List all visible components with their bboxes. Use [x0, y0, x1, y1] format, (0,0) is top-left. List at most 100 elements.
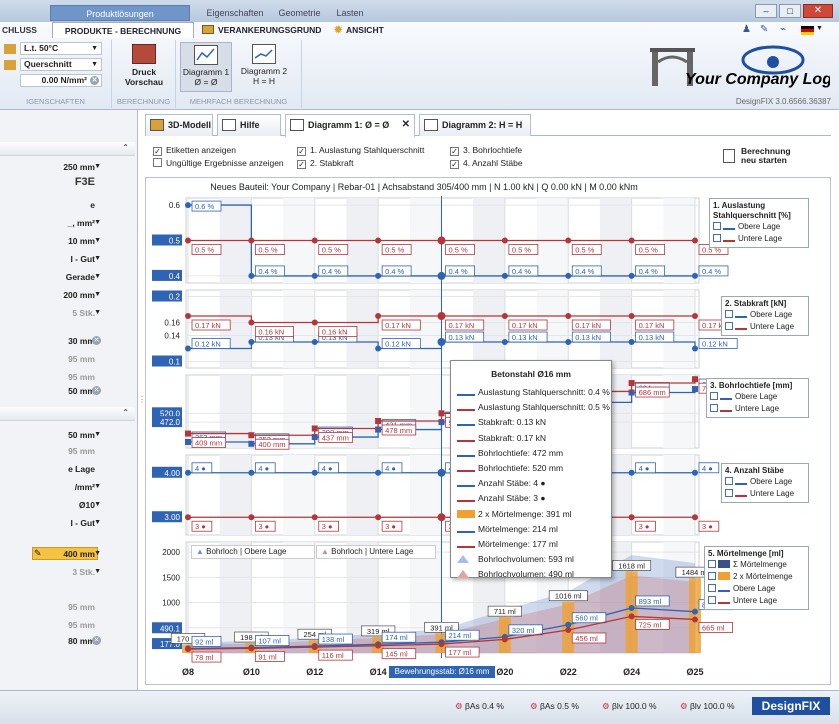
- chevron-down-icon[interactable]: ▼: [94, 163, 101, 170]
- german-flag-icon[interactable]: [801, 26, 814, 35]
- ribbon-tab-produkte-berechnung[interactable]: PRODUKTE - BERECHNUNG: [52, 22, 194, 38]
- ungueltig-checkbox[interactable]: Ungültige Ergebnisse anzeigen: [153, 158, 284, 168]
- tab-3d-modell[interactable]: 3D-Modell: [145, 114, 213, 136]
- legend-untere-lage[interactable]: Untere Lage: [713, 233, 805, 245]
- sidebar-item-value[interactable]: 3 Stk.: [72, 567, 95, 577]
- sidebar-item-value[interactable]: Ø10: [79, 500, 95, 510]
- ribbon-tab-ansicht[interactable]: ✹ ANSICHT: [332, 22, 392, 38]
- sidebar-item-value[interactable]: 30 mm: [68, 336, 95, 346]
- section-select[interactable]: Querschnitt ▼: [20, 58, 102, 71]
- data-label: 0.4 %: [702, 267, 722, 276]
- auslastung-checkbox[interactable]: ✓ 1. Auslastung Stahlquerschnitt: [297, 145, 424, 156]
- tab-hilfe[interactable]: Hilfe: [217, 114, 281, 136]
- chevron-down-icon[interactable]: ▼: [94, 501, 101, 508]
- minimize-button[interactable]: –: [755, 4, 777, 18]
- clear-icon[interactable]: ✕: [90, 76, 99, 85]
- legend-sum[interactable]: Σ Mörtelmenge: [708, 559, 805, 571]
- sidebar-item-value[interactable]: /mm²: [75, 482, 95, 492]
- chart-band: [409, 375, 442, 448]
- user-icon[interactable]: ♟: [742, 24, 751, 35]
- recalculate-button[interactable]: Berechnung neu starten: [723, 147, 825, 169]
- sidebar-item-setting[interactable]: 250 mm: [63, 162, 95, 172]
- tab-diagramm-1[interactable]: Diagramm 1: Ø = Ø ✕: [285, 114, 415, 137]
- legend-obere-lage[interactable]: Obere Lage: [713, 221, 805, 233]
- tooltip-row-text: Bohrlochvolumen: 490 ml: [478, 569, 574, 580]
- y-tick-label: 472.0: [160, 418, 181, 427]
- chevron-down-icon[interactable]: ▼: [94, 568, 101, 575]
- language-dropdown-arrow[interactable]: ▼: [816, 25, 823, 32]
- close-button[interactable]: ✕: [803, 4, 833, 18]
- window-tab-eigenschaften[interactable]: Eigenschaften: [200, 5, 270, 21]
- chevron-down-icon[interactable]: ▼: [94, 237, 101, 244]
- window-tab-geometrie[interactable]: Geometrie: [272, 5, 327, 21]
- legend-obere-lage[interactable]: Obere Lage: [710, 391, 805, 403]
- tooltip-title: Betonstahl Ø16 mm: [491, 369, 571, 379]
- sidebar-item-value[interactable]: _, mm²: [68, 218, 95, 228]
- data-point: [185, 469, 191, 476]
- data-point: [565, 313, 572, 319]
- close-tab-icon[interactable]: ✕: [402, 115, 410, 135]
- maximize-button[interactable]: □: [779, 4, 801, 18]
- chevron-down-icon[interactable]: ▼: [94, 255, 101, 262]
- chevron-down-icon[interactable]: ▼: [94, 273, 101, 280]
- pin-icon[interactable]: ✎: [760, 24, 768, 35]
- legend-2x[interactable]: 2 x Mörtelmenge: [708, 571, 805, 583]
- legend-untere-lage[interactable]: Untere Lage: [725, 321, 805, 333]
- legend-obere-lage[interactable]: Obere Lage: [708, 583, 805, 595]
- chevron-down-icon[interactable]: ▼: [94, 519, 101, 526]
- sidebar-item-label: e Lage: [68, 464, 95, 474]
- legend-untere-lage[interactable]: Untere Lage: [725, 488, 805, 500]
- area-legend-untere[interactable]: ▲ Bohrloch | Untere Lage: [316, 545, 436, 559]
- data-label: 456 ml: [575, 634, 598, 643]
- legend-untere-lage[interactable]: Untere Lage: [708, 595, 805, 607]
- etiketten-checkbox[interactable]: ✓ Etiketten anzeigen: [153, 145, 236, 156]
- tooltip-marker: [457, 570, 469, 579]
- chevron-down-icon[interactable]: ▼: [94, 483, 101, 490]
- sidebar-item-value[interactable]: 200 mm: [63, 290, 95, 300]
- tab-diagramm-2[interactable]: Diagramm 2: H = H: [419, 114, 531, 136]
- legend-untere-lage[interactable]: Untere Lage: [710, 403, 805, 415]
- print-preview-button[interactable]: Druck Vorschau: [118, 42, 170, 92]
- data-label: 0.13 kN: [449, 333, 475, 342]
- legend-obere-lage[interactable]: Obere Lage: [725, 476, 805, 488]
- sidebar-item-value[interactable]: 50 mm: [68, 430, 95, 440]
- sidebar-item-value[interactable]: Gerade: [66, 272, 95, 282]
- anzahl-staebe-checkbox[interactable]: ✓ 4. Anzahl Stäbe: [450, 158, 523, 169]
- tooltip-row-text: Auslastung Stahlquerschnitt: 0.4 %: [478, 387, 610, 397]
- temperature-select[interactable]: L.t. 50°C ▼: [20, 42, 102, 55]
- data-point: [311, 425, 318, 432]
- sidebar-item-value[interactable]: 50 mm: [68, 386, 95, 396]
- sidebar-item-value[interactable]: 400 mm: [63, 549, 95, 559]
- data-point: [185, 237, 191, 244]
- diagramm-1-button[interactable]: Diagramm 1Ø = Ø: [180, 42, 232, 92]
- chevron-down-icon[interactable]: ▼: [94, 550, 101, 557]
- legend-obere-lage[interactable]: Obere Lage: [725, 309, 805, 321]
- sidebar-item-value[interactable]: 80 mm: [68, 636, 95, 646]
- chevron-down-icon[interactable]: ▼: [94, 431, 101, 438]
- sidebar-item-value[interactable]: I - Gut: [70, 518, 95, 528]
- clear-icon[interactable]: ✕: [92, 336, 101, 345]
- stabkraft-checkbox[interactable]: ✓ 2. Stabkraft: [297, 158, 353, 169]
- clear-icon[interactable]: ✕: [92, 636, 101, 645]
- sidebar-header-2[interactable]: ⌃: [0, 407, 135, 421]
- sidebar-header-1[interactable]: ⌃: [0, 142, 135, 156]
- window-tab-produktloesungen[interactable]: Produktlösungen: [50, 5, 190, 21]
- ribbon-tab-chluss[interactable]: CHLUSS: [2, 22, 46, 38]
- sidebar-item-value[interactable]: 5 Stk.: [72, 308, 95, 318]
- data-label: 665 ml: [702, 623, 725, 632]
- brush-icon[interactable]: ⌁: [780, 24, 786, 35]
- sidebar-item-value[interactable]: 10 mm: [68, 236, 95, 246]
- bohrlochtiefe-checkbox[interactable]: ✓ 3. Bohrlochtiefe: [450, 145, 522, 156]
- chevron-down-icon[interactable]: ▼: [94, 219, 101, 226]
- load-input[interactable]: 0.00 N/mm² ✕: [20, 74, 102, 87]
- tooltip-row-text: Anzahl Stäbe: 4 ●: [478, 478, 546, 489]
- legend-stabkraft: 2. Stabkraft [kN] Obere Lage Untere Lage: [721, 296, 809, 336]
- clear-icon[interactable]: ✕: [92, 386, 101, 395]
- sidebar-item-value[interactable]: I - Gut: [70, 254, 95, 264]
- diagramm-2-button[interactable]: Diagramm 2H = H: [238, 42, 290, 92]
- chevron-down-icon[interactable]: ▼: [94, 291, 101, 298]
- ribbon-tab-verankerungsgrund[interactable]: VERANKERUNGSGRUND: [200, 22, 332, 38]
- window-tab-lasten[interactable]: Lasten: [330, 5, 370, 21]
- area-legend-obere[interactable]: ▲ Bohrloch | Obere Lage: [191, 545, 315, 559]
- chevron-down-icon[interactable]: ▼: [94, 309, 101, 316]
